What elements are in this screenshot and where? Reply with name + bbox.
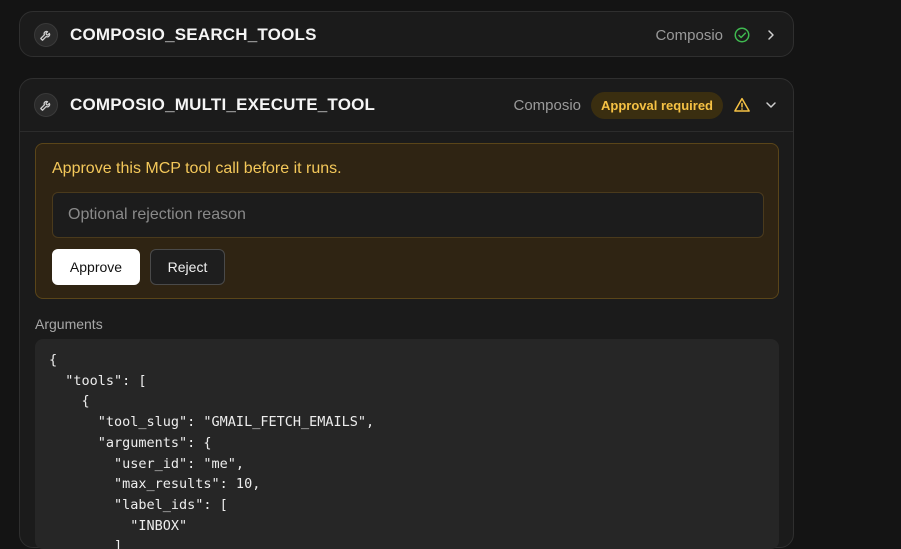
tool-card-header[interactable]: COMPOSIO_SEARCH_TOOLS Composio [20, 12, 793, 58]
approval-panel: Approve this MCP tool call before it run… [35, 143, 779, 299]
provider-label: Composio [655, 26, 723, 44]
tool-card-header[interactable]: COMPOSIO_MULTI_EXECUTE_TOOL Composio App… [20, 79, 793, 132]
arguments-label: Arguments [35, 316, 103, 332]
check-circle-icon [733, 26, 751, 44]
wrench-icon [34, 23, 58, 47]
tool-name: COMPOSIO_SEARCH_TOOLS [70, 25, 317, 44]
arguments-code-block: { "tools": [ { "tool_slug": "GMAIL_FETCH… [35, 339, 779, 549]
approval-required-badge: Approval required [591, 91, 723, 119]
provider-label: Composio [513, 96, 582, 114]
tool-card-search-tools[interactable]: COMPOSIO_SEARCH_TOOLS Composio [19, 11, 794, 57]
approval-prompt: Approve this MCP tool call before it run… [52, 160, 342, 177]
chevron-down-icon[interactable] [763, 97, 779, 113]
chevron-right-icon[interactable] [763, 27, 779, 43]
reject-button[interactable]: Reject [150, 249, 225, 285]
approve-button[interactable]: Approve [52, 249, 140, 285]
tool-name: COMPOSIO_MULTI_EXECUTE_TOOL [70, 95, 376, 114]
tool-card-multi-execute: COMPOSIO_MULTI_EXECUTE_TOOL Composio App… [19, 78, 794, 549]
rejection-reason-input[interactable] [52, 192, 764, 238]
warning-triangle-icon [733, 96, 751, 114]
wrench-icon [34, 93, 58, 117]
